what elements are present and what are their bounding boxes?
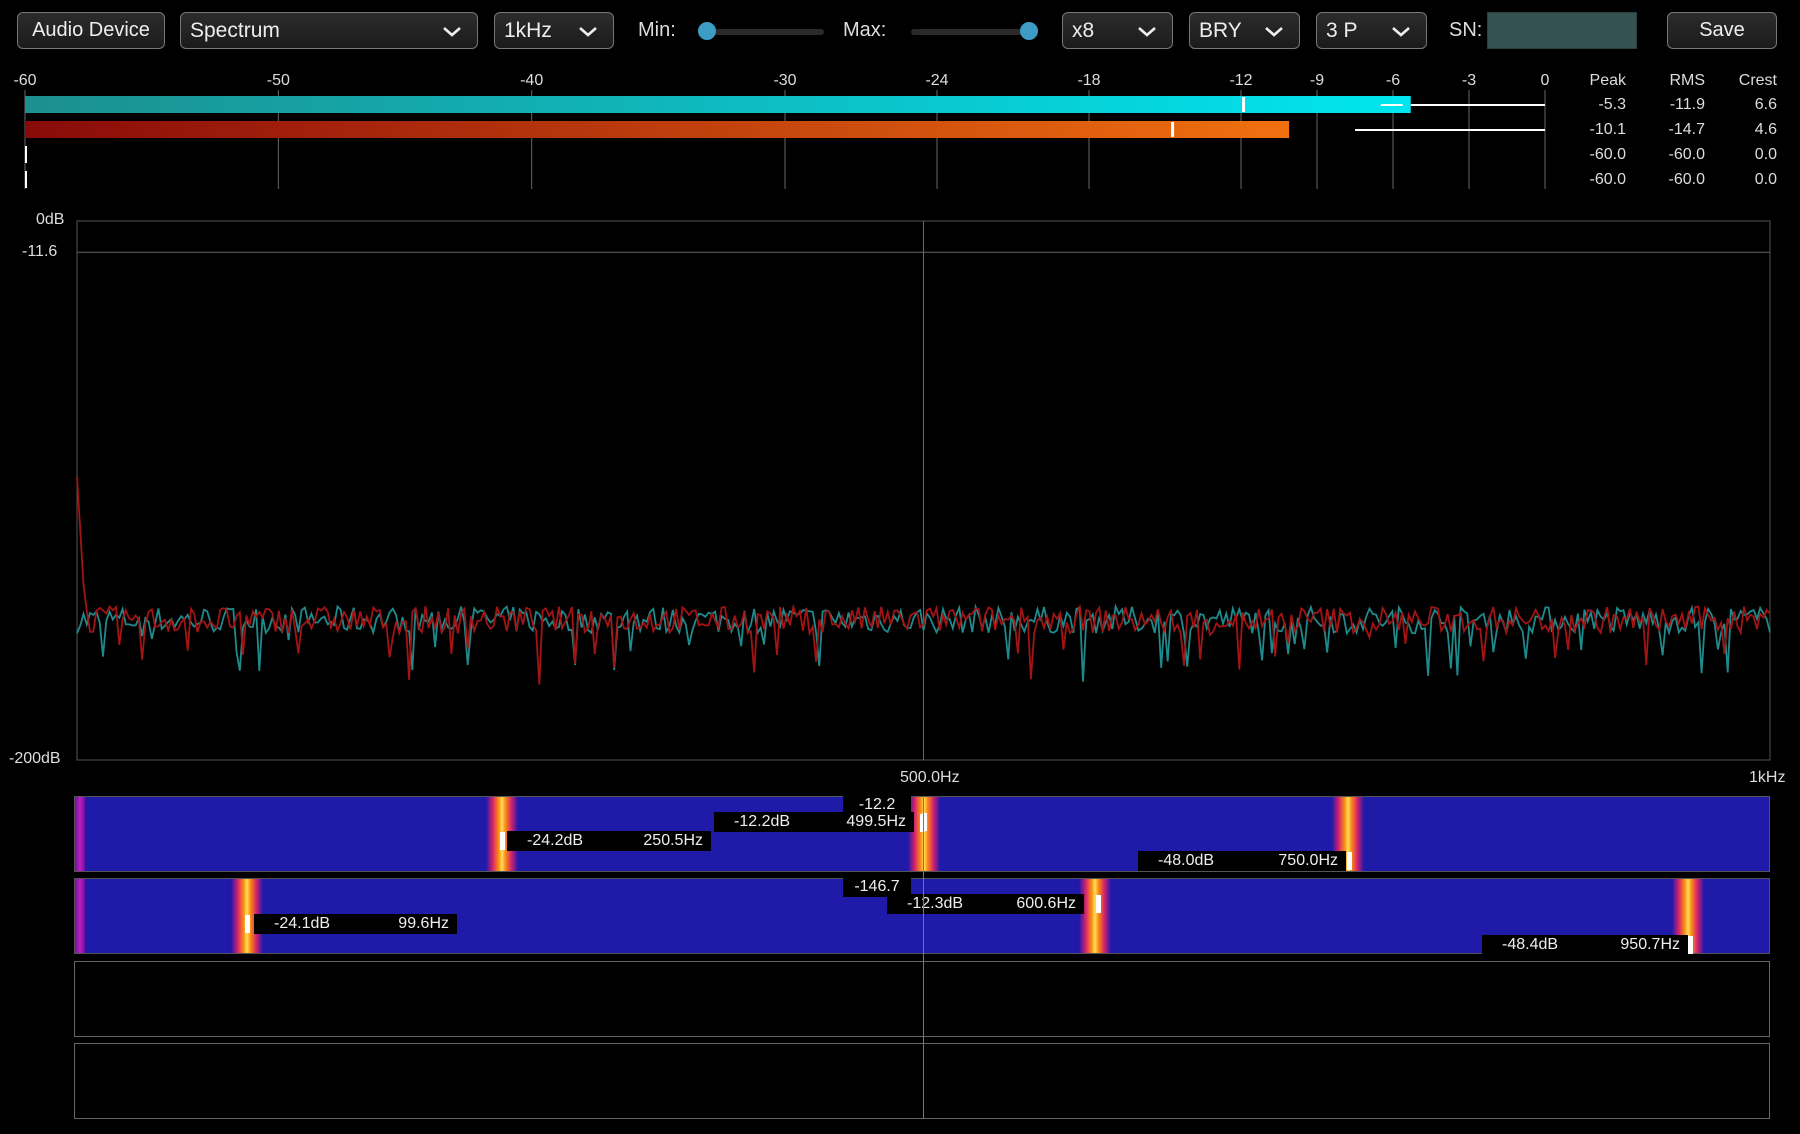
peak-readout: -12.3dB 600.6Hz bbox=[887, 894, 1084, 914]
peak-db: -48.0dB bbox=[1158, 852, 1215, 869]
cursor-value: -146.7 bbox=[843, 877, 911, 897]
peak-readout: -48.4dB 950.7Hz bbox=[1482, 935, 1688, 955]
peak-marker bbox=[1688, 936, 1693, 954]
peak-readout: -48.0dB 750.0Hz bbox=[1138, 851, 1346, 871]
peak-marker bbox=[1096, 895, 1101, 913]
peak-hz: 950.7Hz bbox=[1620, 936, 1680, 953]
waterfall-channel-3[interactable] bbox=[74, 961, 1770, 1037]
peak-hz: 250.5Hz bbox=[643, 832, 703, 849]
peak-hz: 99.6Hz bbox=[398, 915, 449, 932]
peak-db: -12.2dB bbox=[734, 813, 791, 830]
waterfall-edge-band bbox=[75, 797, 85, 871]
waterfall-channel-1[interactable] bbox=[74, 796, 1770, 872]
peak-hz: 750.0Hz bbox=[1278, 852, 1338, 869]
waterfall-edge-band bbox=[75, 879, 85, 953]
peak-db: -24.1dB bbox=[274, 915, 331, 932]
peak-db: -48.4dB bbox=[1502, 936, 1559, 953]
peak-hz: 600.6Hz bbox=[1016, 895, 1076, 912]
peak-readout: -24.1dB 99.6Hz bbox=[254, 914, 457, 934]
peak-hz: 499.5Hz bbox=[846, 813, 906, 830]
peak-marker bbox=[1347, 852, 1352, 870]
waterfall-channel-4[interactable] bbox=[74, 1043, 1770, 1119]
peak-db: -24.2dB bbox=[527, 832, 584, 849]
peak-db: -12.3dB bbox=[907, 895, 964, 912]
peak-readout: -12.2dB 499.5Hz bbox=[714, 812, 914, 832]
peak-marker bbox=[500, 832, 505, 850]
frequency-cursor[interactable] bbox=[923, 796, 924, 1119]
peak-readout: -24.2dB 250.5Hz bbox=[507, 831, 711, 851]
cursor-value: -12.2 bbox=[843, 795, 911, 815]
waterfall-peak-band bbox=[1078, 879, 1111, 953]
peak-marker bbox=[245, 915, 250, 933]
spectrum-chart[interactable] bbox=[0, 0, 1800, 790]
